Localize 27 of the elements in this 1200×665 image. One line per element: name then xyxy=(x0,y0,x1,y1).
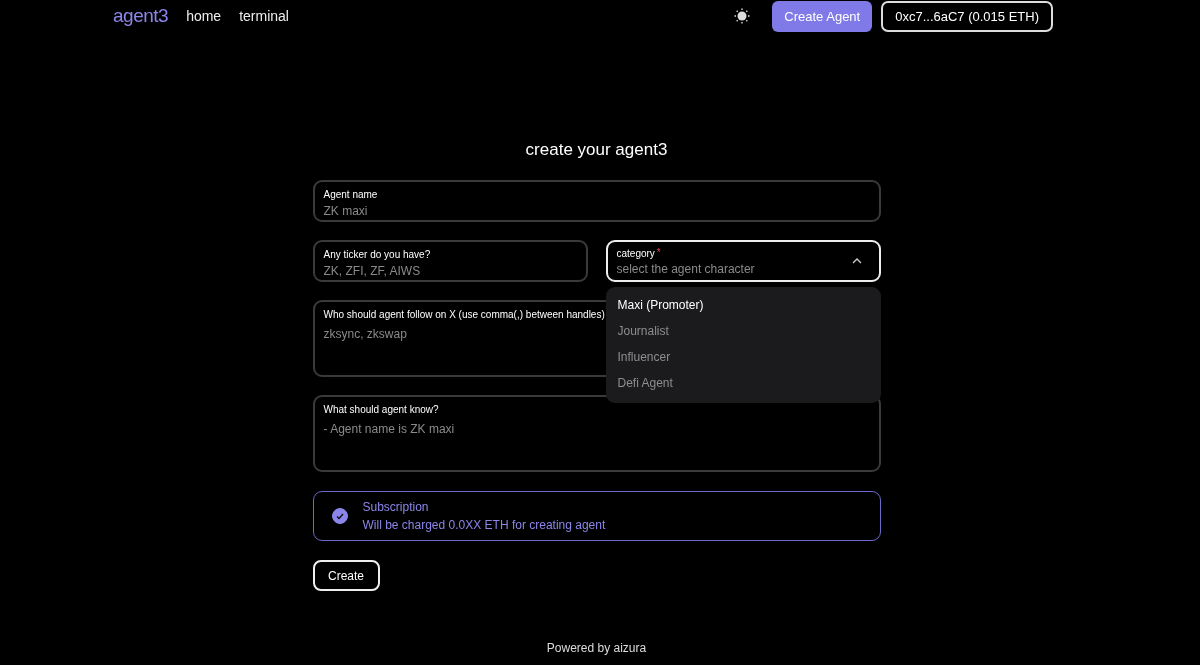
logo-link[interactable]: agent3 xyxy=(113,5,169,27)
create-button[interactable]: Create xyxy=(312,560,380,591)
dropdown-option[interactable]: Influencer xyxy=(605,345,881,371)
nav-link[interactable]: terminal xyxy=(239,8,289,24)
dropdown-option[interactable]: Journalist xyxy=(605,319,881,345)
select-placeholder: select the agent character xyxy=(616,261,755,276)
check-icon xyxy=(335,512,344,520)
create-agent-button[interactable]: Create Agent xyxy=(772,0,873,32)
text-input[interactable]: zksync, zkswap xyxy=(323,327,594,343)
category-select[interactable]: category * select the agent character xyxy=(605,240,881,282)
text-input[interactable]: - Agent name is ZK maxi xyxy=(323,422,594,438)
text-input[interactable]: ZK, ZFI, ZF, AIWS xyxy=(323,264,577,278)
field-label: category xyxy=(616,247,655,259)
nav-link[interactable]: home xyxy=(186,8,222,24)
form-title: create your agent3 xyxy=(524,140,669,160)
input-field[interactable]: Any ticker do you have? ZK, ZFI, ZF, AIWS xyxy=(312,240,588,282)
checkbox[interactable] xyxy=(331,508,348,524)
chevron-up-icon xyxy=(851,258,862,264)
subscription-text: Will be charged 0.0XX ETH for creating agent xyxy=(362,518,606,532)
subscription-title: Subscription xyxy=(362,500,430,514)
input-field[interactable]: Agent name ZK maxi xyxy=(312,180,881,222)
theme-toggle-icon[interactable] xyxy=(734,8,751,24)
required-mark: * xyxy=(656,246,661,259)
text-area-field[interactable]: What should agent know? - Agent name is ZK maxi xyxy=(312,395,881,472)
text-input[interactable]: ZK maxi xyxy=(323,204,870,218)
footer-text: Powered by aizura xyxy=(545,641,648,655)
wallet-button[interactable]: 0xc7...6aC7 (0.015 ETH) xyxy=(881,0,1053,32)
